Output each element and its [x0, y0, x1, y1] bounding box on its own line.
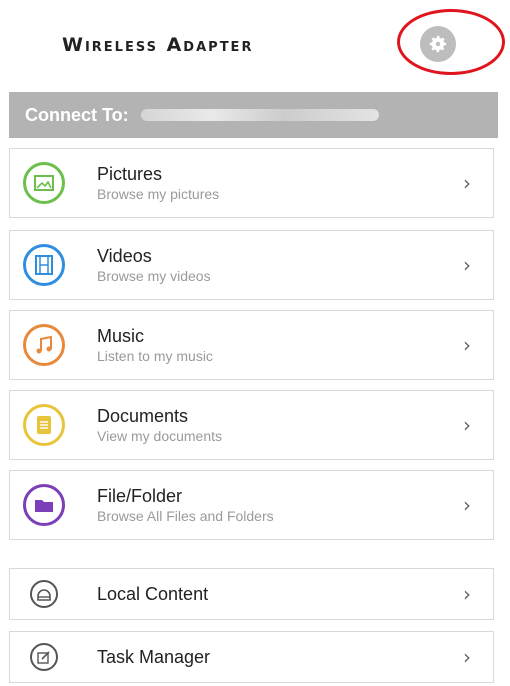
film-icon — [23, 244, 65, 286]
chevron-right-icon: › — [463, 582, 471, 606]
chevron-right-icon: › — [463, 645, 471, 669]
row-file-folder-text: File/Folder Browse All Files and Folders — [97, 485, 274, 525]
local-content-icon — [30, 580, 58, 608]
row-videos[interactable]: Videos Browse my videos › — [9, 230, 494, 300]
chevron-right-icon: › — [463, 171, 471, 195]
music-note-icon — [23, 324, 65, 366]
row-title: Videos — [97, 246, 152, 266]
document-icon — [23, 404, 65, 446]
app-header: Wireless Adapter — [0, 0, 510, 84]
row-title: Music — [97, 326, 145, 346]
chevron-right-icon: › — [463, 333, 471, 357]
row-music-text: Music Listen to my music — [97, 325, 213, 365]
chevron-right-icon: › — [463, 253, 471, 277]
row-pictures[interactable]: Pictures Browse my pictures › — [9, 148, 494, 218]
row-task-manager-text: Task Manager — [97, 646, 210, 668]
row-local-content-text: Local Content — [97, 583, 208, 605]
row-subtitle: Browse my pictures — [97, 186, 220, 202]
row-task-manager[interactable]: Task Manager › — [9, 631, 494, 683]
row-subtitle: View my documents — [97, 428, 223, 444]
row-documents[interactable]: Documents View my documents › — [9, 390, 494, 460]
row-file-folder[interactable]: File/Folder Browse All Files and Folders… — [9, 470, 494, 540]
row-videos-text: Videos Browse my videos — [97, 245, 211, 285]
settings-button[interactable] — [420, 26, 456, 62]
chevron-right-icon: › — [463, 413, 471, 437]
folder-icon — [23, 484, 65, 526]
row-subtitle: Browse All Files and Folders — [97, 508, 274, 524]
connect-to-bar[interactable]: Connect To: — [9, 92, 498, 138]
row-title: Local Content — [97, 584, 209, 604]
edit-icon — [30, 643, 58, 671]
app-title: Wireless Adapter — [62, 34, 254, 56]
connect-to-label: Connect To: — [25, 104, 129, 125]
row-title: Task Manager — [97, 647, 211, 667]
row-title: Pictures — [97, 164, 163, 184]
row-subtitle: Listen to my music — [97, 348, 213, 364]
row-title: Documents — [97, 406, 189, 426]
picture-icon — [23, 162, 65, 204]
row-title: File/Folder — [97, 486, 183, 506]
row-documents-text: Documents View my documents — [97, 405, 222, 445]
gear-icon — [429, 35, 447, 53]
blurred-device-name — [140, 109, 379, 121]
row-subtitle: Browse my videos — [97, 268, 211, 284]
row-local-content[interactable]: Local Content › — [9, 568, 494, 620]
chevron-right-icon: › — [463, 493, 471, 517]
row-music[interactable]: Music Listen to my music › — [9, 310, 494, 380]
row-pictures-text: Pictures Browse my pictures — [97, 163, 219, 203]
